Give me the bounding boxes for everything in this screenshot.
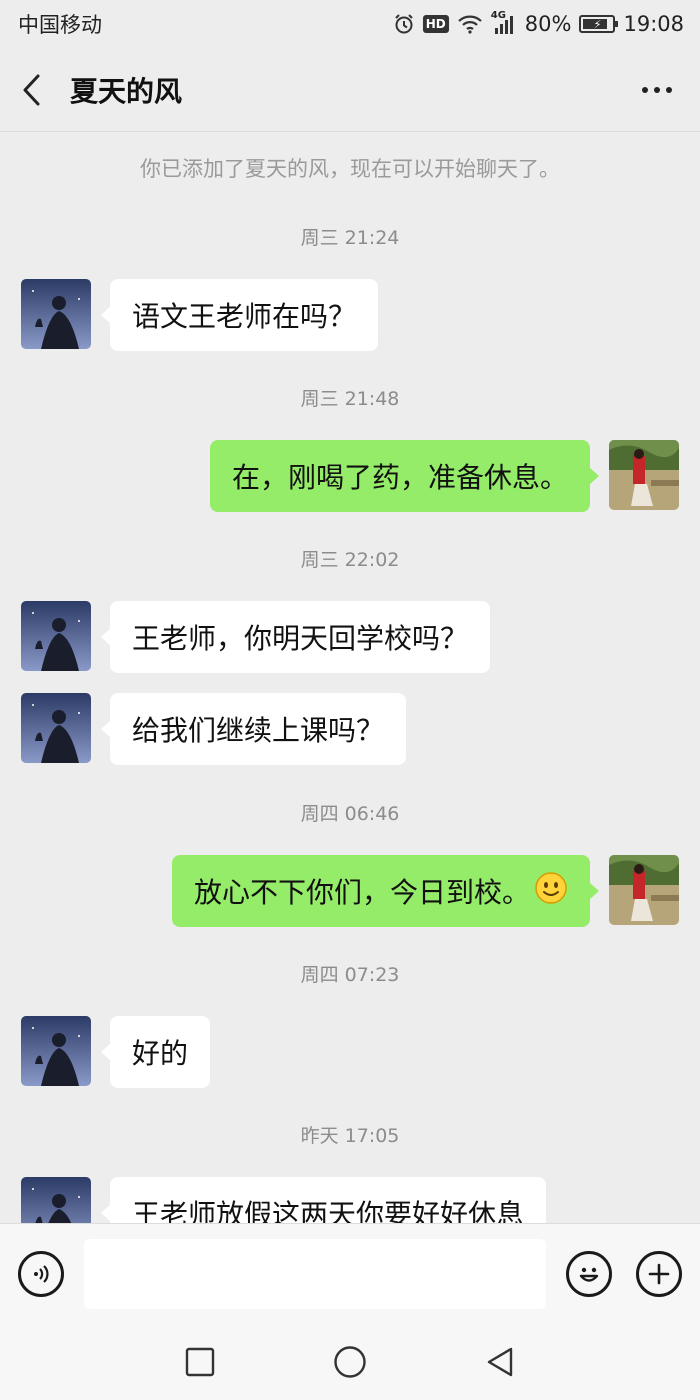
plus-icon — [648, 1263, 670, 1284]
emoji-button[interactable] — [566, 1250, 612, 1297]
battery-charging-icon: ⚡ — [579, 15, 619, 33]
contact-avatar[interactable] — [21, 601, 91, 671]
timestamp: 周三 21:48 — [300, 388, 400, 410]
chat-header: 夏天的风 — [0, 48, 700, 132]
charging-bolt-icon: ⚡ — [593, 17, 602, 31]
alarm-icon — [393, 13, 415, 35]
outgoing-message[interactable]: 在，刚喝了药，准备休息。 — [209, 440, 600, 512]
clock-time: 19:08 — [623, 12, 684, 36]
contact-avatar[interactable] — [21, 279, 91, 349]
back-triangle-icon — [487, 1347, 513, 1376]
timestamp: 昨天 17:05 — [300, 1125, 400, 1147]
my-avatar[interactable] — [609, 855, 679, 925]
message-input[interactable] — [84, 1238, 546, 1309]
more-functions-button[interactable] — [636, 1250, 682, 1297]
carrier-label: 中国移动 — [18, 13, 102, 37]
home-button[interactable] — [330, 1342, 370, 1382]
outgoing-message[interactable]: 放心不下你们，今日到校。 — [171, 855, 600, 927]
more-dots-icon — [642, 86, 648, 93]
system-navigation-bar — [0, 1323, 700, 1400]
contact-avatar[interactable] — [21, 1016, 91, 1086]
system-back-button[interactable] — [480, 1342, 520, 1382]
message-list[interactable]: 你已添加了夏天的风，现在可以开始聊天了。 周三 21:24 语文王老师在吗？ 周… — [0, 133, 700, 1223]
timestamp: 周四 07:23 — [300, 964, 400, 986]
status-bar: 中国移动 HD 4G 80% ⚡ 19:08 — [0, 0, 700, 48]
emoji-icon — [579, 1267, 599, 1282]
incoming-message[interactable]: 语文王老师在吗？ — [100, 279, 379, 351]
contact-name-title: 夏天的风 — [70, 74, 183, 108]
recent-apps-button[interactable] — [180, 1342, 220, 1382]
network-type-label: 4G — [490, 10, 506, 21]
outgoing-message-text: 放心不下你们，今日到校。 — [193, 876, 530, 909]
back-button[interactable] — [22, 70, 52, 110]
voice-icon — [34, 1264, 49, 1283]
incoming-message[interactable]: 王老师放假这两天你要好好休息 — [100, 1177, 547, 1223]
my-avatar[interactable] — [609, 440, 679, 510]
home-icon — [334, 1345, 366, 1378]
incoming-message[interactable]: 王老师，你明天回学校吗？ — [100, 601, 491, 673]
status-icons: HD 4G 80% ⚡ 19:08 — [393, 10, 684, 36]
incoming-message[interactable]: 给我们继续上课吗？ — [100, 693, 407, 765]
contact-avatar[interactable] — [21, 1177, 91, 1223]
timestamp: 周三 22:02 — [300, 549, 400, 571]
recent-apps-icon — [185, 1347, 215, 1376]
timestamp: 周三 21:24 — [300, 227, 400, 249]
voice-button[interactable] — [18, 1250, 64, 1297]
hd-icon: HD — [422, 15, 449, 33]
system-notice: 你已添加了夏天的风，现在可以开始聊天了。 — [140, 157, 560, 181]
signal-icon: 4G — [491, 10, 517, 34]
input-bar — [0, 1223, 700, 1323]
battery-percent: 80% — [524, 12, 572, 36]
timestamp: 周四 06:46 — [300, 803, 400, 825]
more-options-button[interactable] — [636, 77, 678, 103]
contact-avatar[interactable] — [21, 693, 91, 763]
smile-emoji-icon — [534, 871, 568, 912]
incoming-message[interactable]: 好的 — [100, 1016, 211, 1088]
chevron-left-icon — [23, 74, 40, 105]
wifi-icon — [457, 14, 483, 34]
